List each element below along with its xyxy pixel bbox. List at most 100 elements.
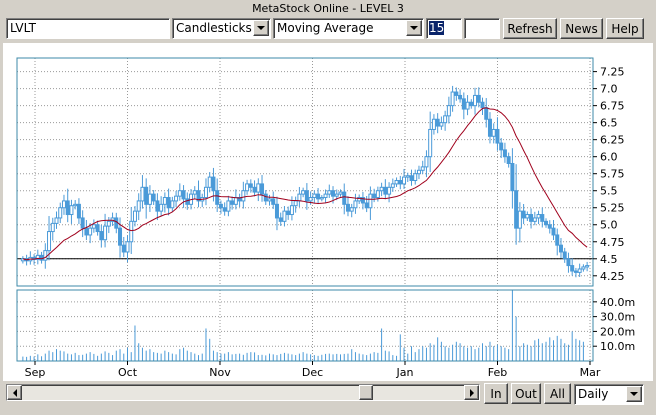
candle-body (331, 190, 336, 197)
candle-body (450, 91, 455, 107)
candle-body (103, 225, 108, 241)
price-volume-chart: 7.25 7.0 6.75 6.5 6.25 6.0 5.75 5.5 5.25 5.0 4.75 4… (16, 57, 635, 379)
candle-body (274, 203, 279, 219)
candle-body (491, 128, 496, 137)
candle-body (61, 200, 66, 209)
candle-body (144, 186, 149, 205)
interval-select[interactable]: Daily (574, 384, 644, 405)
candle-body (297, 193, 302, 202)
candle-body (65, 200, 70, 216)
horizontal-scrollbar[interactable] (6, 384, 480, 401)
candle-body (428, 128, 433, 158)
scroll-left-button[interactable] (7, 385, 22, 400)
chevron-down-icon[interactable] (406, 20, 422, 36)
candle-body (536, 214, 541, 219)
candle-body (458, 94, 463, 100)
candle-body (484, 107, 489, 120)
candle-body (573, 270, 578, 273)
candle-body (248, 183, 253, 188)
candle-body (170, 200, 175, 209)
candle-body (443, 115, 448, 124)
candle-body (424, 156, 429, 168)
chart-type-select[interactable]: Candlesticks (172, 18, 271, 39)
candle-body (544, 220, 549, 226)
candle-body (39, 254, 44, 261)
candle-body (379, 186, 384, 192)
candle-body (562, 251, 567, 260)
candle-body (121, 244, 126, 253)
candle-body (514, 190, 519, 229)
date-tick-label: Feb (488, 366, 507, 379)
chart-grid (17, 58, 593, 361)
candle-body (54, 217, 59, 224)
candle-body (345, 203, 350, 212)
chart-frames (16, 57, 594, 362)
candle-body (465, 101, 470, 110)
candle-body (581, 266, 586, 270)
candle-body (308, 197, 313, 202)
candle-body (88, 227, 93, 236)
candle-body (293, 200, 298, 207)
candle-body (435, 118, 440, 127)
candle-body (402, 176, 407, 185)
extra-input[interactable] (464, 18, 500, 39)
zoom-out-button[interactable]: Out (511, 383, 541, 404)
moving-average-line (22, 107, 588, 261)
candle-body (233, 197, 238, 205)
scroll-right-button[interactable] (464, 385, 479, 400)
candle-body (558, 244, 563, 253)
candle-body (555, 234, 560, 246)
volume-panel-frame (16, 289, 594, 362)
zoom-all-button[interactable]: All (544, 383, 571, 404)
candle-body (267, 198, 272, 202)
period-input-value: 15 (429, 21, 445, 35)
candle-body (372, 193, 377, 199)
chevron-down-icon[interactable] (626, 386, 642, 402)
candle-body (177, 190, 182, 197)
candle-body (312, 193, 317, 199)
news-button[interactable]: News (560, 18, 603, 39)
period-input[interactable]: 15 (426, 18, 462, 39)
candle-body (245, 183, 250, 192)
candle-body (319, 197, 324, 200)
candle-body (368, 193, 373, 209)
candle-body (506, 156, 511, 164)
candle-body (252, 186, 257, 193)
scroll-thumb[interactable] (359, 385, 373, 400)
zoom-in-button[interactable]: In (484, 383, 508, 404)
indicator-select[interactable]: Moving Average (273, 18, 424, 39)
candle-body (226, 200, 231, 212)
candle-body (95, 224, 100, 233)
volume-tick-label: 40.0m (600, 296, 635, 309)
candle-body (431, 118, 436, 130)
candle-body (473, 94, 478, 107)
date-tick-label: Jan (396, 366, 414, 379)
symbol-input[interactable]: LVLT (6, 18, 170, 39)
candle-body (394, 180, 399, 185)
help-button[interactable]: Help (606, 18, 644, 39)
price-tick-label: 6.25 (600, 134, 625, 147)
candle-body (327, 190, 332, 195)
candle-body (99, 231, 104, 241)
candle-body (398, 180, 403, 185)
candle-body (469, 101, 474, 107)
symbol-input-value: LVLT (10, 21, 36, 35)
chart-area: 7.25 7.0 6.75 6.5 6.25 6.0 5.75 5.5 5.25 5.0 4.75 4… (3, 43, 653, 381)
candle-body (278, 217, 283, 222)
candle-body (211, 176, 216, 192)
price-tick-label: 5.5 (600, 185, 618, 198)
candle-body (495, 128, 500, 144)
price-tick-label: 5.25 (600, 202, 625, 215)
candle-body (338, 191, 343, 195)
candle-body (517, 210, 522, 229)
candle-body (540, 214, 545, 222)
candle-body (525, 214, 530, 219)
price-tick-label: 4.25 (600, 270, 625, 283)
candle-body (73, 203, 78, 207)
candle-body (207, 176, 212, 188)
volume-tick-label: 30.0m (600, 311, 635, 324)
candle-body (136, 200, 141, 212)
candle-body (192, 190, 197, 195)
chevron-down-icon[interactable] (253, 20, 269, 36)
refresh-button[interactable]: Refresh (503, 18, 557, 39)
